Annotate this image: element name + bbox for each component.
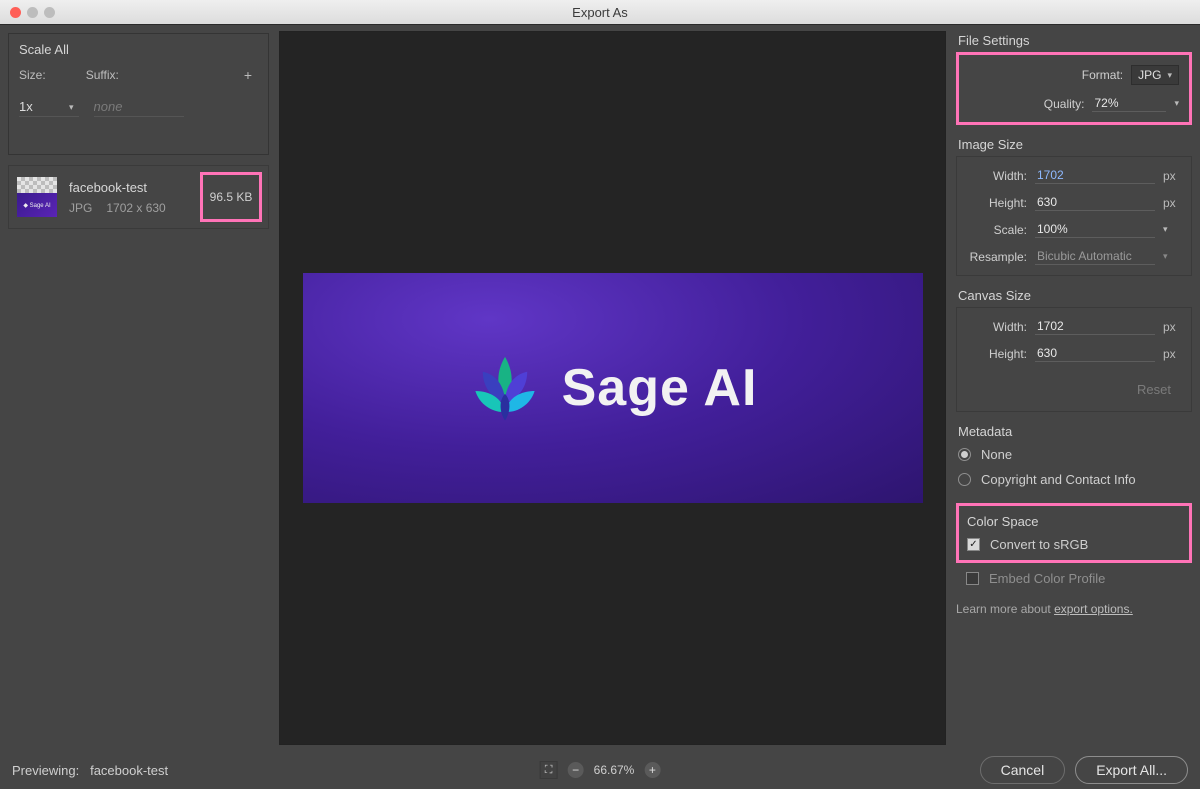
height-label: Height:	[989, 196, 1027, 210]
chevron-down-icon[interactable]: ▾	[1163, 224, 1181, 235]
asset-dimensions: 1702 x 630	[106, 201, 165, 215]
image-size-section: Image Size Width: px Height: px Scale: ▾	[956, 137, 1192, 276]
format-label: Format:	[1082, 68, 1123, 82]
previewing-label: Previewing:	[12, 763, 79, 778]
radio-on-icon	[958, 448, 971, 461]
reset-button[interactable]: Reset	[1127, 378, 1181, 401]
metadata-section: Metadata None Copyright and Contact Info	[956, 424, 1192, 491]
image-size-title: Image Size	[956, 137, 1192, 156]
learn-more: Learn more about export options.	[956, 598, 1192, 616]
learn-prefix: Learn more about	[956, 602, 1054, 616]
width-label: Width:	[993, 169, 1027, 183]
format-select[interactable]: JPG ▾	[1131, 65, 1179, 85]
checkbox-checked-icon: ✓	[967, 538, 980, 551]
canvas-width-input[interactable]	[1035, 318, 1155, 335]
color-space-section: Color Space ✓ Convert to sRGB Embed Colo…	[956, 503, 1192, 586]
asset-thumbnail: ◆ Sage AI	[17, 177, 57, 217]
color-space-title: Color Space	[967, 514, 1181, 537]
canvas-height-label: Height:	[989, 347, 1027, 361]
chevron-down-icon[interactable]: ▾	[1174, 98, 1179, 109]
titlebar: Export As	[0, 0, 1200, 25]
footer: Previewing: facebook-test ⛶ − 66.67% + C…	[0, 751, 1200, 789]
previewing-name: facebook-test	[90, 763, 168, 778]
cancel-button[interactable]: Cancel	[980, 756, 1066, 784]
file-settings-title: File Settings	[956, 33, 1192, 52]
export-all-button[interactable]: Export All...	[1075, 756, 1188, 784]
asset-name: facebook-test	[69, 180, 166, 195]
image-width-input[interactable]	[1035, 167, 1155, 184]
canvas-width-label: Width:	[993, 320, 1027, 334]
export-options-link[interactable]: export options.	[1054, 602, 1133, 616]
suffix-label: Suffix:	[86, 68, 119, 82]
thumbnail-preview-icon: ◆ Sage AI	[17, 193, 57, 217]
chevron-down-icon[interactable]: ▾	[1163, 251, 1181, 262]
size-label: Size:	[19, 68, 46, 82]
canvas-size-section: Canvas Size Width: px Height: px Reset	[956, 288, 1192, 412]
convert-srgb-label: Convert to sRGB	[990, 537, 1088, 552]
convert-srgb-option[interactable]: ✓ Convert to sRGB	[967, 537, 1181, 552]
height-unit: px	[1163, 196, 1181, 210]
scale-all-panel: Scale All Size: Suffix: + ▾	[8, 33, 269, 155]
canvas-height-input[interactable]	[1035, 345, 1155, 362]
metadata-none-option[interactable]: None	[958, 447, 1190, 462]
scale-label: Scale:	[994, 223, 1027, 237]
image-scale-input[interactable]	[1035, 221, 1155, 238]
asset-entry[interactable]: ◆ Sage AI facebook-test JPG 1702 x 630 9…	[8, 165, 269, 229]
fit-screen-icon[interactable]: ⛶	[540, 761, 558, 779]
brand-lotus-icon	[468, 349, 542, 427]
window-title: Export As	[0, 5, 1200, 20]
canvas-width-unit: px	[1163, 320, 1181, 334]
canvas-size-title: Canvas Size	[956, 288, 1192, 307]
embed-profile-option[interactable]: Embed Color Profile	[956, 563, 1192, 586]
metadata-title: Metadata	[956, 424, 1192, 443]
checkbox-unchecked-icon	[966, 572, 979, 585]
zoom-controls: ⛶ − 66.67% +	[540, 761, 661, 779]
file-settings-section: File Settings Format: JPG ▾ Quality: ▾	[956, 33, 1192, 125]
preview-area: Sage AI	[279, 31, 946, 745]
file-settings-panel: Format: JPG ▾ Quality: ▾	[956, 52, 1192, 125]
left-column: Scale All Size: Suffix: + ▾	[0, 25, 275, 751]
quality-input[interactable]	[1092, 95, 1166, 112]
add-scale-button[interactable]: +	[238, 67, 258, 83]
zoom-in-button[interactable]: +	[644, 762, 660, 778]
radio-off-icon	[958, 473, 971, 486]
asset-filesize: 96.5 KB	[200, 172, 262, 222]
image-height-input[interactable]	[1035, 194, 1155, 211]
asset-format: JPG	[69, 201, 92, 215]
chevron-down-icon: ▾	[1167, 70, 1172, 81]
chevron-down-icon[interactable]: ▾	[69, 102, 74, 113]
right-column: File Settings Format: JPG ▾ Quality: ▾ I…	[950, 25, 1200, 751]
brand-text: Sage AI	[562, 358, 758, 418]
metadata-copyright-label: Copyright and Contact Info	[981, 472, 1136, 487]
color-space-panel: Color Space ✓ Convert to sRGB	[956, 503, 1192, 563]
zoom-value: 66.67%	[594, 763, 635, 777]
canvas-height-unit: px	[1163, 347, 1181, 361]
format-value: JPG	[1138, 68, 1161, 82]
quality-label: Quality:	[1044, 97, 1085, 111]
resample-select[interactable]	[1035, 248, 1155, 265]
width-unit: px	[1163, 169, 1181, 183]
preview-image: Sage AI	[303, 273, 923, 503]
embed-profile-label: Embed Color Profile	[989, 571, 1105, 586]
scale-all-title: Scale All	[9, 34, 268, 59]
resample-label: Resample:	[970, 250, 1027, 264]
metadata-copyright-option[interactable]: Copyright and Contact Info	[958, 472, 1190, 487]
transparency-checker-icon	[17, 177, 57, 193]
metadata-none-label: None	[981, 447, 1012, 462]
suffix-input[interactable]	[94, 97, 184, 117]
zoom-out-button[interactable]: −	[568, 762, 584, 778]
